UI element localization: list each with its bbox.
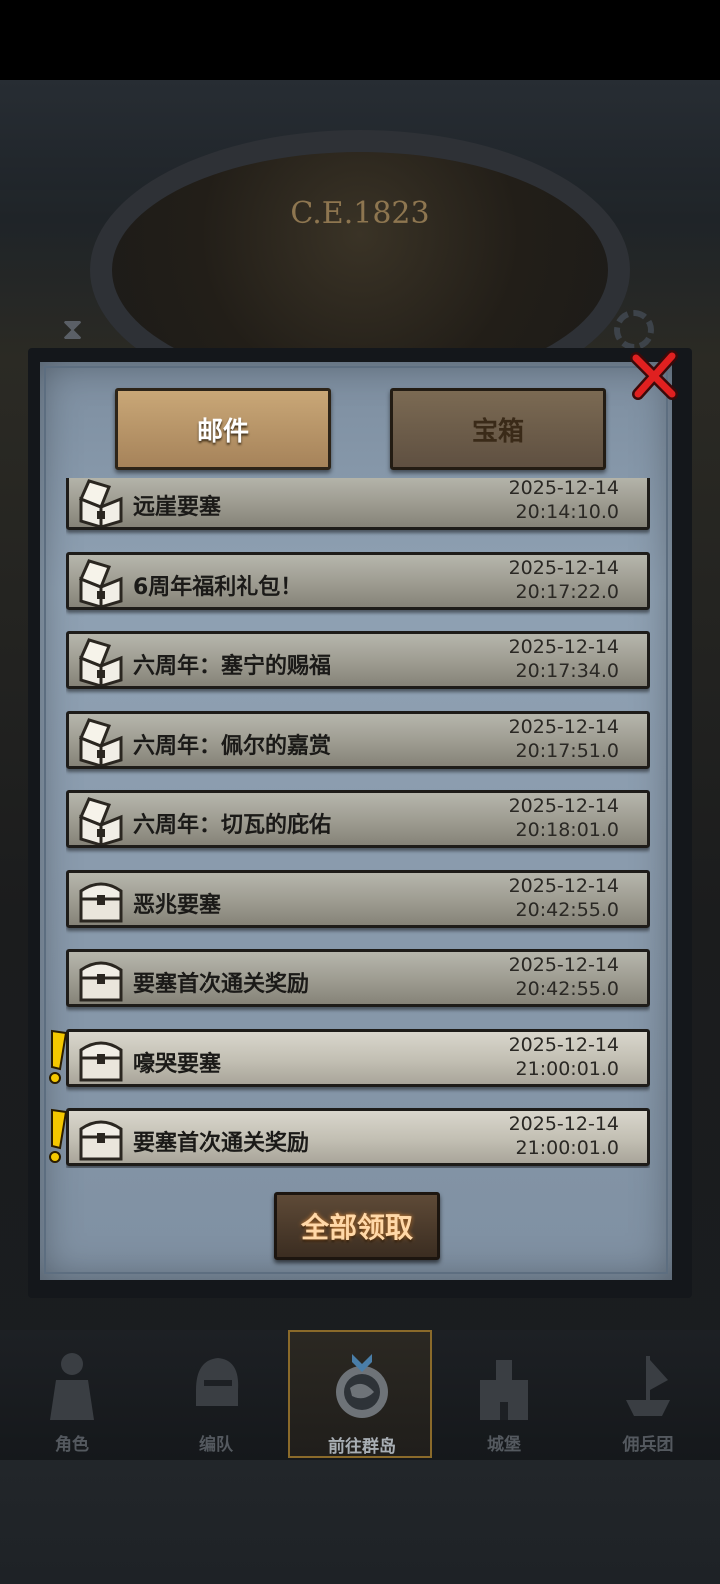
- mail-row[interactable]: 6周年福利礼包！ 2025-12-14 20:17:22.0: [66, 552, 650, 610]
- nav-item[interactable]: 编队: [144, 1330, 288, 1458]
- closed-chest-icon: [75, 875, 127, 925]
- nav-item-label: 前往群岛: [328, 1437, 396, 1457]
- era-label: C.E.1823: [290, 196, 430, 231]
- mail-time: 21:00:01.0: [515, 1137, 619, 1159]
- mail-title: 恶兆要塞: [133, 893, 222, 918]
- mail-title: 要塞首次通关奖励: [133, 972, 310, 997]
- tab-mail-label: 邮件: [196, 416, 249, 447]
- mail-time: 20:17:51.0: [515, 740, 619, 762]
- mail-timestamp: 2025-12-14 20:17:34.0: [509, 635, 619, 683]
- nav-item[interactable]: 佣兵团: [576, 1330, 720, 1458]
- mail-date: 2025-12-14: [508, 636, 619, 658]
- mail-date: 2025-12-14: [508, 954, 619, 976]
- mail-time: 20:17:22.0: [515, 581, 619, 603]
- mail-row[interactable]: 六周年：塞宁的赐福 2025-12-14 20:17:34.0: [66, 631, 650, 689]
- mail-date: 2025-12-14: [508, 716, 619, 738]
- nav-item-label: 佣兵团: [622, 1435, 674, 1455]
- ship-icon: [618, 1350, 678, 1422]
- mail-date: 2025-12-14: [508, 875, 619, 897]
- mail-title: 六周年：塞宁的赐福: [133, 654, 332, 679]
- mail-list[interactable]: 远崖要塞 2025-12-14 20:14:10.0 6周年福利礼包！ 2025-12-…: [66, 478, 650, 1168]
- mail-timestamp: 2025-12-14 20:17:51.0: [509, 715, 619, 763]
- hourglass-icon: ⧗: [62, 312, 84, 347]
- mail-date: 2025-12-14: [508, 795, 619, 817]
- mail-date: 2025-12-14: [508, 1034, 619, 1056]
- mail-title: 6周年福利礼包！: [133, 575, 303, 600]
- closed-chest-icon: [75, 954, 127, 1004]
- mail-timestamp: 2025-12-14 20:42:55.0: [509, 874, 619, 922]
- mail-row[interactable]: 嚎哭要塞 2025-12-14 21:00:01.0: [66, 1029, 650, 1087]
- mail-title: 嚎哭要塞: [133, 1052, 222, 1077]
- helmet-icon: [186, 1350, 246, 1422]
- mail-row[interactable]: 恶兆要塞 2025-12-14 20:42:55.0: [66, 870, 650, 928]
- closed-chest-icon: [75, 1113, 127, 1163]
- mail-title: 远崖要塞: [133, 495, 222, 520]
- gear-icon[interactable]: [614, 310, 654, 350]
- nav-item-label: 角色: [55, 1435, 89, 1455]
- close-icon: [630, 350, 678, 400]
- mail-date: 2025-12-14: [508, 1113, 619, 1135]
- mail-timestamp: 2025-12-14 20:17:22.0: [509, 556, 619, 604]
- tab-chest[interactable]: 宝箱: [390, 388, 606, 470]
- mail-title: 要塞首次通关奖励: [133, 1131, 310, 1156]
- nav-item[interactable]: 角色: [0, 1330, 144, 1458]
- claim-all-label: 全部领取: [300, 1211, 413, 1244]
- nav-item-label: 编队: [199, 1435, 233, 1455]
- mail-row[interactable]: 远崖要塞 2025-12-14 20:14:10.0: [66, 478, 650, 530]
- status-bar: [0, 0, 720, 80]
- mail-time: 21:00:01.0: [515, 1058, 619, 1080]
- mail-timestamp: 2025-12-14 20:14:10.0: [509, 478, 619, 524]
- tab-mail[interactable]: 邮件: [115, 388, 331, 470]
- mail-timestamp: 2025-12-14 21:00:01.0: [509, 1112, 619, 1160]
- mail-time: 20:18:01.0: [515, 819, 619, 841]
- nav-item[interactable]: 城堡: [432, 1330, 576, 1458]
- mail-time: 20:42:55.0: [515, 899, 619, 921]
- open-chest-icon: [75, 716, 127, 768]
- close-button[interactable]: [628, 350, 680, 402]
- bottom-bar: [0, 1460, 720, 1584]
- mail-row[interactable]: 六周年：切瓦的庇佑 2025-12-14 20:18:01.0: [66, 790, 650, 848]
- tab-chest-label: 宝箱: [471, 416, 524, 447]
- mail-timestamp: 2025-12-14 20:18:01.0: [509, 794, 619, 842]
- mail-time: 20:17:34.0: [515, 660, 619, 682]
- open-chest-icon: [75, 795, 127, 847]
- mail-time: 20:42:55.0: [515, 978, 619, 1000]
- mail-title: 六周年：佩尔的嘉赏: [133, 734, 332, 759]
- alert-icon: [46, 1029, 68, 1085]
- mail-date: 2025-12-14: [508, 478, 619, 499]
- compass-globe-icon: [332, 1352, 392, 1424]
- nav-item[interactable]: 前往群岛: [288, 1330, 432, 1458]
- nav-item-label: 城堡: [487, 1435, 521, 1455]
- open-chest-icon: [75, 557, 127, 609]
- open-chest-icon: [75, 478, 127, 529]
- alert-icon: [46, 1108, 68, 1164]
- knight-icon: [42, 1350, 102, 1422]
- castle-icon: [474, 1350, 534, 1422]
- mail-date: 2025-12-14: [508, 557, 619, 579]
- mail-row[interactable]: 要塞首次通关奖励 2025-12-14 21:00:01.0: [66, 1108, 650, 1166]
- mail-time: 20:14:10.0: [515, 501, 619, 523]
- open-chest-icon: [75, 636, 127, 688]
- claim-all-button[interactable]: 全部领取: [274, 1192, 440, 1260]
- mail-title: 六周年：切瓦的庇佑: [133, 813, 332, 838]
- closed-chest-icon: [75, 1034, 127, 1084]
- mail-row[interactable]: 要塞首次通关奖励 2025-12-14 20:42:55.0: [66, 949, 650, 1007]
- mail-row[interactable]: 六周年：佩尔的嘉赏 2025-12-14 20:17:51.0: [66, 711, 650, 769]
- mail-timestamp: 2025-12-14 20:42:55.0: [509, 953, 619, 1001]
- mail-timestamp: 2025-12-14 21:00:01.0: [509, 1033, 619, 1081]
